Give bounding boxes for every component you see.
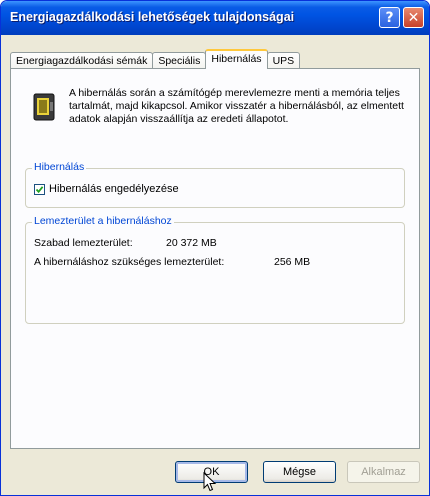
window-title: Energiagazdálkodási lehetőségek tulajdon… (10, 10, 295, 24)
battery-icon (33, 93, 55, 121)
tab-ups[interactable]: UPS (266, 52, 301, 69)
tab-power-schemes[interactable]: Energiagazdálkodási sémák (10, 52, 154, 69)
disk-space-groupbox: Lemezterület a hibernáláshoz Szabad leme… (25, 215, 405, 324)
apply-button[interactable]: Alkalmaz (347, 461, 420, 483)
help-button[interactable]: ? (379, 7, 400, 28)
enable-hibernate-checkbox[interactable] (34, 183, 45, 195)
required-space-value: 256 MB (274, 256, 311, 268)
title-bar[interactable]: Energiagazdálkodási lehetőségek tulajdon… (1, 1, 429, 35)
disk-space-group-label: Lemezterület a hibernáláshoz (32, 215, 174, 227)
required-space-label: A hibernáláshoz szükséges lemezterület: (34, 256, 225, 268)
cancel-button[interactable]: Mégse (263, 461, 336, 483)
hibernate-groupbox: Hibernálás Hibernálás engedélyezése (25, 161, 405, 208)
properties-dialog: Energiagazdálkodási lehetőségek tulajdon… (0, 0, 430, 496)
close-icon: ✕ (407, 9, 420, 26)
free-space-label: Szabad lemezterület: (34, 237, 133, 249)
hibernate-description: A hibernálás során a számítógép merevlem… (69, 87, 404, 125)
enable-hibernate-row[interactable]: Hibernálás engedélyezése (34, 183, 179, 195)
free-space-value: 20 372 MB (166, 237, 217, 249)
tab-panel-hibernate: A hibernálás során a számítógép merevlem… (10, 68, 420, 449)
tab-strip: Energiagazdálkodási sémák Speciális Hibe… (10, 49, 301, 69)
help-icon: ? (385, 9, 394, 26)
tab-advanced[interactable]: Speciális (152, 52, 207, 69)
enable-hibernate-label: Hibernálás engedélyezése (49, 183, 179, 195)
mouse-cursor-icon (203, 472, 217, 492)
hibernate-group-label: Hibernálás (32, 161, 87, 173)
tab-hibernate[interactable]: Hibernálás (205, 49, 268, 69)
checkmark-icon (35, 185, 44, 193)
close-button[interactable]: ✕ (403, 7, 424, 28)
